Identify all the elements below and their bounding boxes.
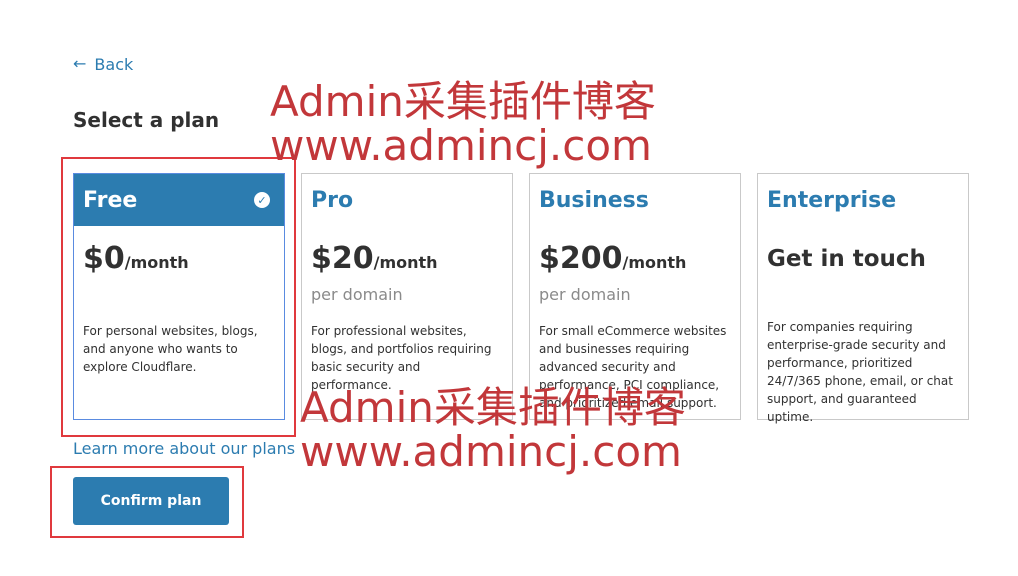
watermark-line1: Admin采集插件博客 <box>270 77 656 126</box>
watermark-line2: www.admincj.com <box>270 121 652 170</box>
watermark-line2: www.admincj.com <box>300 427 682 476</box>
plan-price: $200 /month <box>539 241 686 276</box>
watermark-text: Admin采集插件博客 www.admincj.com <box>300 386 686 474</box>
price-period: /month <box>373 253 438 272</box>
watermark-text: Admin采集插件博客 www.admincj.com <box>270 80 656 168</box>
highlight-box-free-plan <box>61 157 296 437</box>
watermark-line1: Admin采集插件博客 <box>300 383 686 432</box>
plan-name: Enterprise <box>767 187 897 213</box>
back-label: Back <box>94 54 134 74</box>
price-amount: $200 <box>539 241 623 276</box>
plan-name: Business <box>539 187 649 213</box>
back-link[interactable]: ← Back <box>73 54 133 74</box>
per-domain-label: per domain <box>311 285 403 304</box>
price-period: /month <box>622 253 687 272</box>
plan-header: Enterprise <box>758 174 968 226</box>
plan-header: Business <box>530 174 740 226</box>
price-amount: $20 <box>311 241 374 276</box>
page-title: Select a plan <box>73 108 220 132</box>
arrow-left-icon: ← <box>73 54 87 73</box>
highlight-box-confirm <box>50 466 244 538</box>
get-in-touch-label: Get in touch <box>767 246 926 272</box>
plan-header: Pro <box>302 174 512 226</box>
per-domain-label: per domain <box>539 285 631 304</box>
learn-more-link[interactable]: Learn more about our plans <box>73 439 295 458</box>
plan-description: For companies requiring enterprise-grade… <box>767 320 953 424</box>
plan-card-enterprise[interactable]: Enterprise Get in touch For companies re… <box>757 173 969 424</box>
plan-price: $20 /month <box>311 241 438 276</box>
plan-name: Pro <box>311 187 354 213</box>
